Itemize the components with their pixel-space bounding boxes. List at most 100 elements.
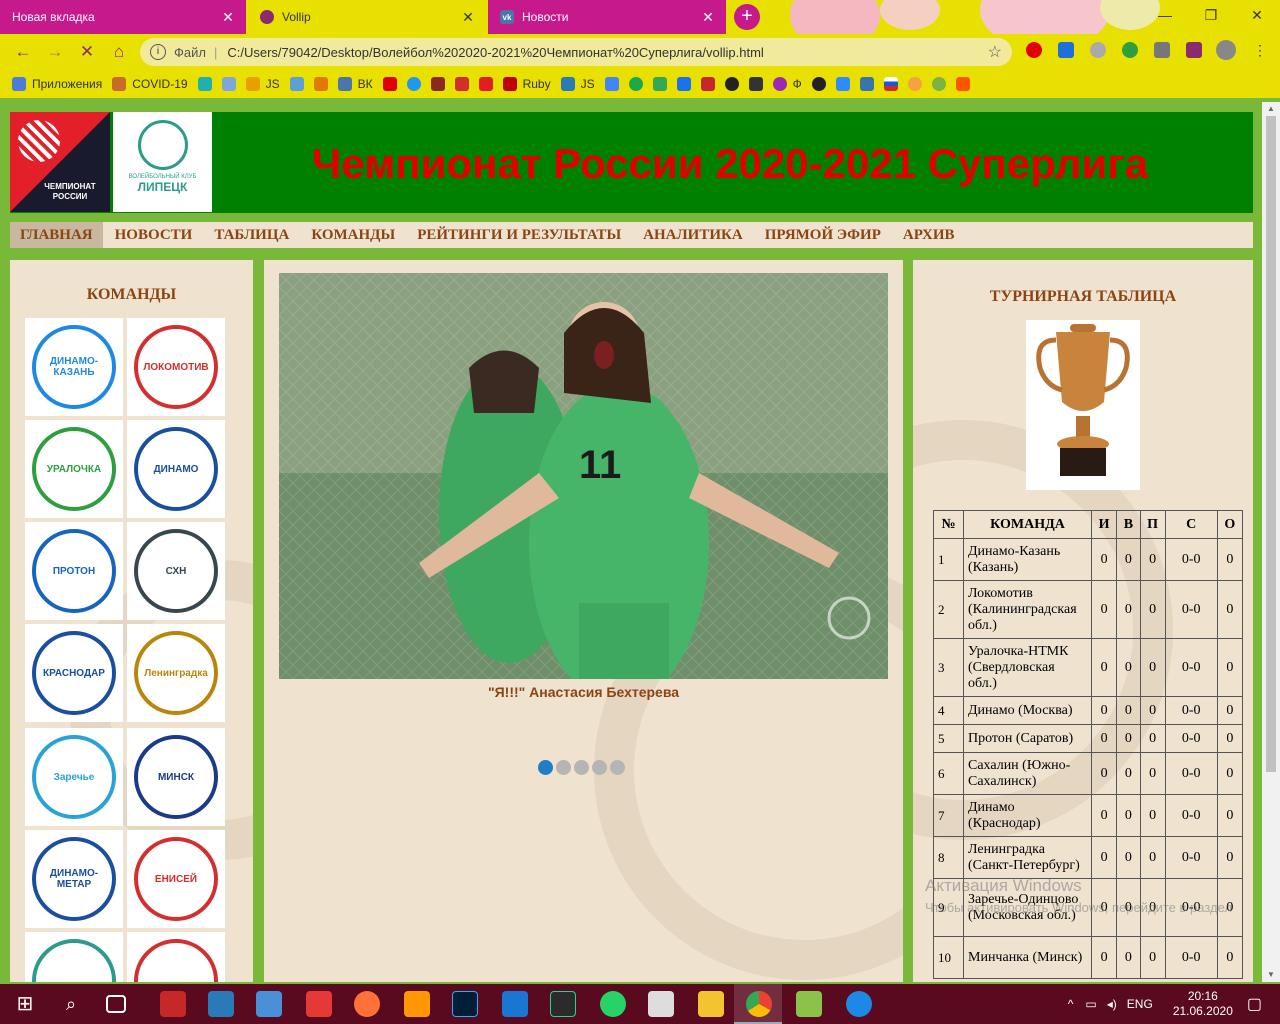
app-icon[interactable]: [502, 991, 528, 1017]
page-scrollbar[interactable]: ▲ ▼: [1262, 102, 1280, 982]
table-row[interactable]: 7 Динамо (Краснодар) 0 0 0 0-0 0: [933, 794, 1244, 837]
bookmark-item[interactable]: [748, 77, 763, 91]
team-logo[interactable]: Заречье: [25, 728, 123, 826]
menu-item-ratings[interactable]: РЕЙТИНГИ И РЕЗУЛЬТАТЫ: [406, 222, 632, 248]
slider-dot[interactable]: [538, 760, 553, 775]
extension-icon[interactable]: [1154, 42, 1170, 58]
bookmark-item[interactable]: [724, 77, 739, 91]
adblock-icon[interactable]: [1026, 42, 1042, 58]
menu-item-table[interactable]: ТАБЛИЦА: [203, 222, 300, 248]
bookmark-item[interactable]: [406, 77, 421, 91]
table-row[interactable]: 2 Локомотив (Калининградская обл.) 0 0 0 0-0 0: [933, 580, 1244, 639]
bookmark-item[interactable]: [811, 77, 826, 91]
bookmark-item[interactable]: [197, 77, 212, 91]
slider-dot[interactable]: [610, 760, 625, 775]
table-row[interactable]: 4 Динамо (Москва) 0 0 0 0-0 0: [933, 696, 1244, 725]
close-tab-icon[interactable]: ✕: [700, 9, 716, 26]
team-logo[interactable]: [25, 932, 123, 982]
calculator-icon[interactable]: [648, 991, 674, 1017]
menu-item-news[interactable]: НОВОСТИ: [104, 222, 204, 248]
home-button[interactable]: ⌂: [106, 40, 132, 64]
column-header[interactable]: П: [1139, 510, 1166, 539]
slider-dot[interactable]: [574, 760, 589, 775]
url-text[interactable]: C:/Users/79042/Desktop/Волейбол%202020-2…: [227, 45, 987, 60]
network-icon[interactable]: ▭: [1085, 997, 1096, 1011]
championship-logo[interactable]: ЧЕМПИОНАТ РОССИИ: [10, 112, 110, 212]
tab-vollip[interactable]: Vollip ✕: [248, 0, 486, 34]
bookmark-star-icon[interactable]: ☆: [988, 42, 1002, 62]
bookmark-item[interactable]: [955, 77, 970, 91]
team-logo[interactable]: УРАЛОЧКА: [25, 420, 123, 518]
address-bar[interactable]: i Файл | C:/Users/79042/Desktop/Волейбол…: [140, 38, 1012, 66]
column-header[interactable]: С: [1164, 510, 1218, 539]
minimize-button[interactable]: —: [1142, 0, 1188, 30]
column-header[interactable]: В: [1116, 510, 1141, 539]
column-header[interactable]: О: [1216, 510, 1244, 539]
team-logo[interactable]: [127, 932, 225, 982]
extension-icon[interactable]: [1058, 42, 1074, 58]
search-icon[interactable]: ⌕: [58, 991, 84, 1017]
volume-icon[interactable]: ◂): [1107, 997, 1117, 1011]
menu-item-main[interactable]: ГЛАВНАЯ: [10, 222, 103, 248]
back-button[interactable]: ←: [10, 40, 36, 64]
column-header[interactable]: №: [933, 510, 964, 539]
team-logo[interactable]: Ленинградка: [127, 624, 225, 722]
bookmark-item[interactable]: [430, 77, 445, 91]
team-logo[interactable]: МИНСК: [127, 728, 225, 826]
task-view-icon[interactable]: [106, 995, 126, 1013]
yandex-icon[interactable]: [306, 991, 332, 1017]
bookmark-item[interactable]: [859, 77, 874, 91]
firefox-icon[interactable]: [354, 991, 380, 1017]
bookmark-item[interactable]: COVID-19: [112, 77, 188, 91]
forward-button[interactable]: →: [42, 40, 68, 64]
clock[interactable]: 20:16 21.06.2020: [1173, 989, 1233, 1019]
table-row[interactable]: 10 Минчанка (Минск) 0 0 0 0-0 0: [933, 936, 1244, 979]
folder-icon[interactable]: [698, 991, 724, 1017]
team-logo[interactable]: ЛОКОМОТИВ: [127, 318, 225, 416]
avatar[interactable]: [1216, 40, 1236, 60]
table-row[interactable]: 6 Сахалин (Южно-Сахалинск) 0 0 0 0-0 0: [933, 752, 1244, 795]
table-row[interactable]: 1 Динамо-Казань (Казань) 0 0 0 0-0 0: [933, 538, 1244, 581]
bookmark-item[interactable]: [628, 77, 643, 91]
language-indicator[interactable]: ENG: [1127, 997, 1153, 1011]
team-logo[interactable]: ЕНИСЕЙ: [127, 830, 225, 928]
bookmark-item[interactable]: [676, 77, 691, 91]
stop-button[interactable]: ✕: [74, 40, 100, 64]
club-logo[interactable]: ВОЛЕЙБОЛЬНЫЙ КЛУБ ЛИПЕЦК: [113, 112, 212, 212]
bookmark-item[interactable]: [382, 77, 397, 91]
scrollbar-thumb[interactable]: [1266, 116, 1276, 772]
scroll-down-icon[interactable]: ▼: [1262, 968, 1280, 982]
bookmark-item[interactable]: [221, 77, 236, 91]
bookmark-item[interactable]: [454, 77, 469, 91]
slide-image[interactable]: 11: [279, 273, 888, 679]
team-logo[interactable]: СХН: [127, 522, 225, 620]
bookmark-item[interactable]: Приложения: [12, 77, 102, 91]
bookmark-item[interactable]: [289, 77, 304, 91]
table-row[interactable]: 3 Уралочка-НТМК (Свердловская обл.) 0 0 0 0-0…: [933, 638, 1244, 697]
slider-dot[interactable]: [592, 760, 607, 775]
puzzle-icon[interactable]: [1186, 42, 1202, 58]
maximize-button[interactable]: ❐: [1188, 0, 1234, 30]
extension-icon[interactable]: [1122, 42, 1138, 58]
bookmark-item[interactable]: [700, 77, 715, 91]
team-logo[interactable]: КРАСНОДАР: [25, 624, 123, 722]
bookmark-item[interactable]: Ф: [772, 77, 802, 91]
menu-item-archive[interactable]: АРХИВ: [892, 222, 966, 248]
bookmark-item[interactable]: [907, 77, 922, 91]
close-tab-icon[interactable]: ✕: [460, 9, 476, 26]
whatsapp-icon[interactable]: [600, 991, 626, 1017]
menu-item-live[interactable]: ПРЯМОЙ ЭФИР: [754, 222, 892, 248]
bookmark-item[interactable]: [478, 77, 493, 91]
menu-item-teams[interactable]: КОМАНДЫ: [300, 222, 406, 248]
extension-icon[interactable]: [1090, 42, 1106, 58]
slider-dot[interactable]: [556, 760, 571, 775]
sublime-icon[interactable]: [404, 991, 430, 1017]
table-row[interactable]: 8 Ленинградка (Санкт-Петербург) 0 0 0 0-0 0: [933, 836, 1244, 879]
menu-kebab-icon[interactable]: ⋮: [1252, 42, 1268, 58]
tab-news[interactable]: vk Новости ✕: [488, 0, 726, 34]
notifications-icon[interactable]: ▢: [1247, 994, 1262, 1014]
bookmark-item[interactable]: [835, 77, 850, 91]
bookmark-item[interactable]: [604, 77, 619, 91]
bookmark-item[interactable]: JS: [245, 77, 280, 91]
menu-item-analytics[interactable]: АНАЛИТИКА: [632, 222, 754, 248]
